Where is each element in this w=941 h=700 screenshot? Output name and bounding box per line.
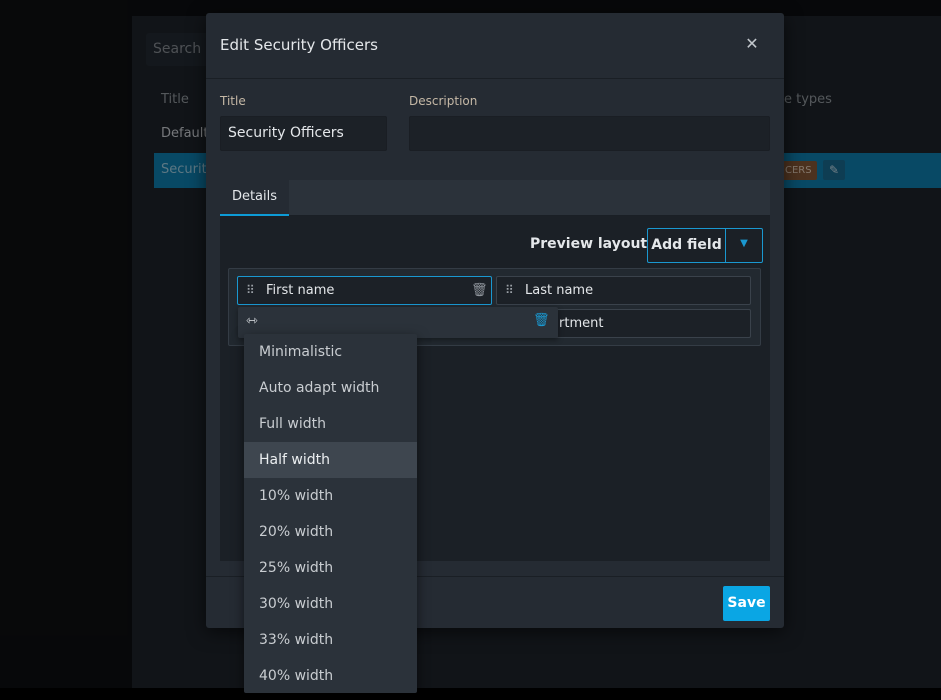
title-input[interactable]: Security Officers xyxy=(220,116,387,151)
modal-header: Edit Security Officers ✕ xyxy=(206,13,784,79)
width-dropdown-menu: Minimalistic Auto adapt width Full width… xyxy=(244,334,417,693)
description-label: Description xyxy=(409,94,478,108)
trash-icon[interactable]: 🗑 xyxy=(533,313,550,328)
description-input[interactable] xyxy=(409,116,770,151)
title-label: Title xyxy=(220,94,246,108)
menu-item-minimalistic[interactable]: Minimalistic xyxy=(244,334,417,370)
drag-handle-icon[interactable]: ⠿ xyxy=(505,277,514,304)
field-department-label: rtment xyxy=(559,316,604,331)
add-field-button[interactable]: Add field xyxy=(648,229,726,262)
chevron-down-icon[interactable]: ▼ xyxy=(726,229,762,262)
field-last-name-label: Last name xyxy=(525,283,594,298)
menu-item-30-width[interactable]: 30% width xyxy=(244,586,417,622)
drag-handle-icon[interactable]: ⠿ xyxy=(246,277,255,304)
modal-title: Edit Security Officers xyxy=(220,36,378,54)
menu-item-auto-adapt-width[interactable]: Auto adapt width xyxy=(244,370,417,406)
menu-item-full-width[interactable]: Full width xyxy=(244,406,417,442)
resize-width-icon[interactable]: ⇿ xyxy=(246,313,258,329)
close-icon[interactable]: ✕ xyxy=(743,34,761,54)
menu-item-33-width[interactable]: 33% width xyxy=(244,622,417,658)
field-first-name[interactable]: ⠿ First name 🗑 xyxy=(237,276,492,305)
menu-item-half-width[interactable]: Half width xyxy=(244,442,417,478)
menu-item-40-width[interactable]: 40% width xyxy=(244,658,417,693)
field-first-name-label: First name xyxy=(266,283,335,298)
tab-details[interactable]: Details xyxy=(220,180,289,216)
field-last-name[interactable]: ⠿ Last name xyxy=(496,276,751,305)
tab-bar: Details xyxy=(220,180,770,216)
trash-icon[interactable]: 🗑 xyxy=(471,277,488,304)
menu-item-25-width[interactable]: 25% width xyxy=(244,550,417,586)
menu-item-10-width[interactable]: 10% width xyxy=(244,478,417,514)
preview-layout-label[interactable]: Preview layout xyxy=(530,236,647,252)
save-button[interactable]: Save xyxy=(723,586,770,621)
add-field-group: Add field ▼ xyxy=(647,228,763,263)
menu-item-20-width[interactable]: 20% width xyxy=(244,514,417,550)
